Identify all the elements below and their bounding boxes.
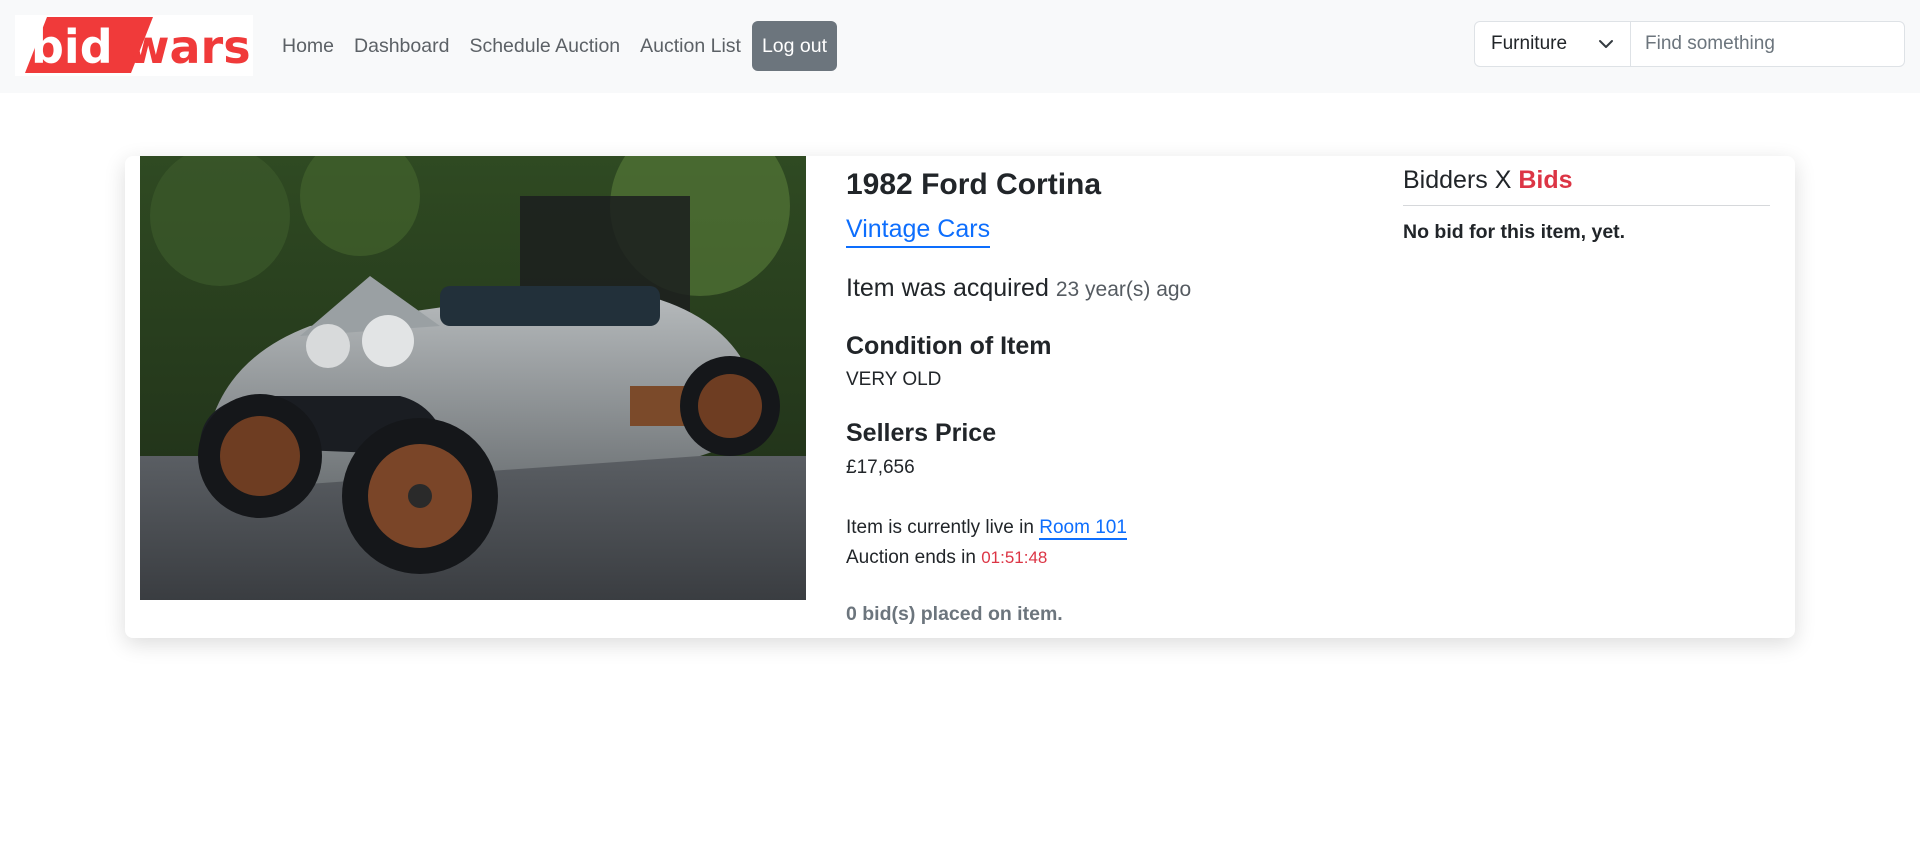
item-title: 1982 Ford Cortina (846, 168, 1102, 201)
bidwars-logo[interactable]: bid wars. (15, 15, 253, 76)
item-image (140, 156, 806, 600)
bids-heading-prefix: Bidders X (1403, 166, 1512, 194)
nav-dashboard-link[interactable]: Dashboard (344, 35, 459, 58)
condition-heading: Condition of Item (846, 332, 1052, 360)
ends-prefix: Auction ends in (846, 547, 976, 568)
acquired-ago: 23 year(s) ago (1055, 278, 1192, 301)
no-bid-message: No bid for this item, yet. (1403, 221, 1626, 243)
bids-panel-heading: Bidders X Bids (1403, 166, 1573, 195)
logout-button[interactable]: Log out (751, 21, 838, 71)
chevron-down-icon (1599, 40, 1613, 48)
logo-text-bid: bid (31, 20, 113, 74)
item-category-link[interactable]: Vintage Cars (846, 215, 991, 248)
nav-schedule-auction-link[interactable]: Schedule Auction (459, 35, 630, 58)
bids-placed-count: 0 bid(s) placed on item. (846, 603, 1063, 625)
navbar: bid wars. Home Dashboard Schedule Auctio… (0, 0, 1920, 93)
category-select[interactable]: Furniture (1475, 22, 1631, 66)
nav-auction-list-link[interactable]: Auction List (630, 35, 751, 58)
condition-value: VERY OLD (846, 369, 942, 390)
search-group: Furniture (1474, 21, 1905, 67)
nav-home-link[interactable]: Home (272, 35, 344, 58)
bids-heading-accent: Bids (1518, 166, 1573, 194)
logo-text-wars: wars. (127, 20, 253, 74)
bids-divider (1403, 205, 1770, 206)
category-select-value: Furniture (1491, 33, 1568, 54)
room-link[interactable]: Room 101 (1039, 517, 1127, 540)
auction-item-card: 1982 Ford Cortina Vintage Cars Item was … (125, 156, 1795, 638)
search-input[interactable] (1631, 22, 1904, 66)
price-heading: Sellers Price (846, 419, 997, 447)
item-acquired: Item was acquired 23 year(s) ago (846, 274, 1191, 303)
acquired-label: Item was acquired (846, 274, 1049, 302)
countdown-timer: 01:51:48 (981, 548, 1048, 567)
price-value: £17,656 (846, 457, 915, 478)
auction-ends-line: Auction ends in 01:51:48 (846, 547, 1047, 569)
live-room-line: Item is currently live in Room 101 (846, 517, 1127, 540)
nav-links: Home Dashboard Schedule Auction Auction … (272, 21, 838, 71)
live-prefix: Item is currently live in (846, 517, 1034, 538)
